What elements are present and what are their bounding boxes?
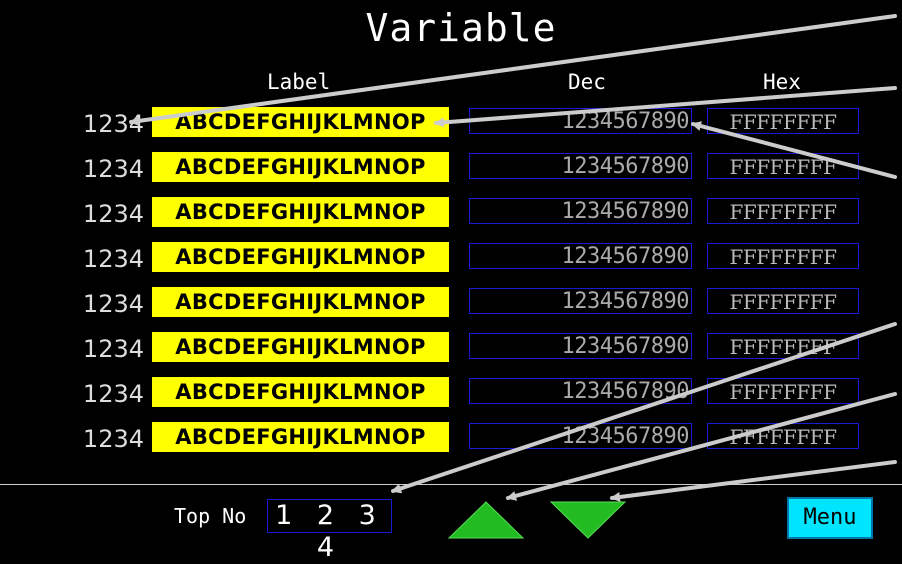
triangle-down-icon — [549, 501, 627, 539]
top-no-input[interactable]: 1 2 3 4 — [267, 499, 392, 563]
row-label: ABCDEFGHIJKLMNOP — [152, 287, 449, 317]
row-label: ABCDEFGHIJKLMNOP — [152, 422, 449, 452]
row-dec-value: 1234567890 — [469, 108, 692, 134]
scroll-down-button[interactable] — [549, 500, 627, 540]
row-hex-value: FFFFFFFF — [707, 153, 859, 179]
table-row: 1234 ABCDEFGHIJKLMNOP 1234567890 FFFFFFF… — [0, 151, 902, 187]
row-dec-value: 1234567890 — [469, 153, 692, 179]
row-hex-value: FFFFFFFF — [707, 198, 859, 224]
row-label: ABCDEFGHIJKLMNOP — [152, 197, 449, 227]
row-dec-value: 1234567890 — [469, 198, 692, 224]
row-hex-value: FFFFFFFF — [707, 288, 859, 314]
row-dec-value: 1234567890 — [469, 333, 692, 359]
row-label: ABCDEFGHIJKLMNOP — [152, 332, 449, 362]
row-hex-value: FFFFFFFF — [707, 333, 859, 359]
column-header-hex: Hex — [763, 70, 801, 94]
callout-arrow — [610, 460, 897, 502]
footer-divider — [0, 484, 902, 485]
row-label: ABCDEFGHIJKLMNOP — [152, 377, 449, 407]
row-number: 1234 — [82, 335, 144, 363]
column-header-dec: Dec — [568, 70, 606, 94]
row-label: ABCDEFGHIJKLMNOP — [152, 107, 449, 137]
row-number: 1234 — [82, 290, 144, 318]
row-number: 1234 — [82, 155, 144, 183]
row-number: 1234 — [82, 110, 144, 138]
screen-title: Variable — [365, 6, 557, 50]
table-row: 1234 ABCDEFGHIJKLMNOP 1234567890 FFFFFFF… — [0, 421, 902, 457]
row-hex-value: FFFFFFFF — [707, 378, 859, 404]
row-label: ABCDEFGHIJKLMNOP — [152, 242, 449, 272]
table-row: 1234 ABCDEFGHIJKLMNOP 1234567890 FFFFFFF… — [0, 376, 902, 412]
row-dec-value: 1234567890 — [469, 243, 692, 269]
row-hex-value: FFFFFFFF — [707, 243, 859, 269]
scroll-up-button[interactable] — [447, 500, 525, 540]
table-row: 1234 ABCDEFGHIJKLMNOP 1234567890 FFFFFFF… — [0, 331, 902, 367]
row-dec-value: 1234567890 — [469, 423, 692, 449]
row-dec-value: 1234567890 — [469, 378, 692, 404]
column-header-label: Label — [267, 70, 331, 94]
top-no-label: Top No — [174, 504, 247, 528]
row-number: 1234 — [82, 200, 144, 228]
table-row: 1234 ABCDEFGHIJKLMNOP 1234567890 FFFFFFF… — [0, 106, 902, 142]
table-row: 1234 ABCDEFGHIJKLMNOP 1234567890 FFFFFFF… — [0, 286, 902, 322]
row-hex-value: FFFFFFFF — [707, 108, 859, 134]
row-number: 1234 — [82, 425, 144, 453]
row-number: 1234 — [82, 380, 144, 408]
row-number: 1234 — [82, 245, 144, 273]
menu-button[interactable]: Menu — [787, 497, 873, 539]
triangle-up-icon — [447, 501, 525, 539]
row-label: ABCDEFGHIJKLMNOP — [152, 152, 449, 182]
table-row: 1234 ABCDEFGHIJKLMNOP 1234567890 FFFFFFF… — [0, 196, 902, 232]
table-row: 1234 ABCDEFGHIJKLMNOP 1234567890 FFFFFFF… — [0, 241, 902, 277]
row-hex-value: FFFFFFFF — [707, 423, 859, 449]
row-dec-value: 1234567890 — [469, 288, 692, 314]
